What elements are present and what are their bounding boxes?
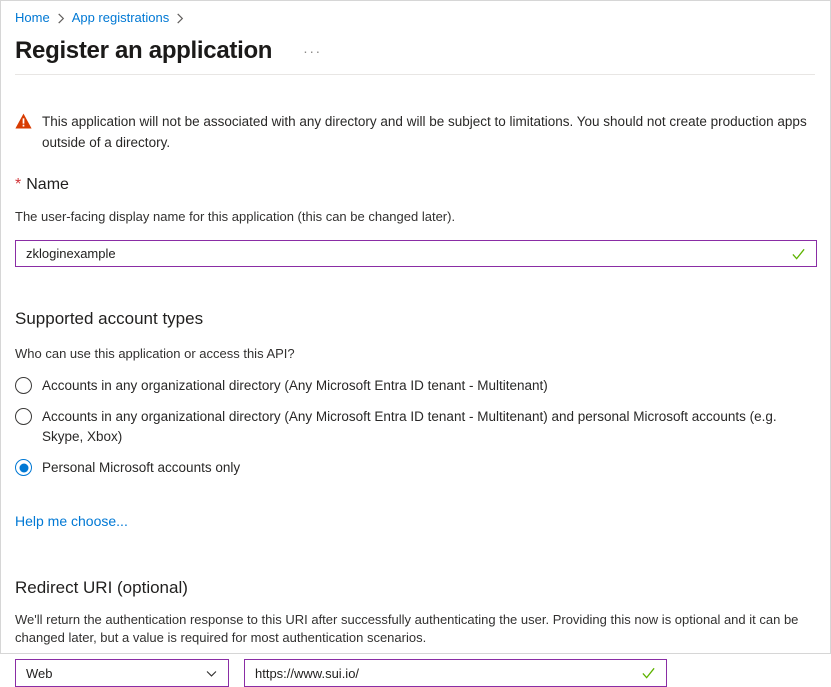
page-title: Register an application xyxy=(15,37,272,65)
valid-check-icon xyxy=(641,666,656,680)
radio-option-personal-only[interactable]: Personal Microsoft accounts only xyxy=(15,458,815,478)
redirect-uri-heading: Redirect URI (optional) xyxy=(15,578,815,598)
more-options-icon[interactable]: ··· xyxy=(299,41,326,61)
name-field-hint: The user-facing display name for this ap… xyxy=(15,209,815,224)
name-input[interactable] xyxy=(26,246,783,261)
name-label-text: Name xyxy=(26,176,69,193)
help-me-choose-link[interactable]: Help me choose... xyxy=(15,513,128,529)
name-input-container xyxy=(15,240,817,267)
name-field-label: * Name xyxy=(15,176,815,194)
radio-circle-icon[interactable] xyxy=(15,377,32,394)
account-types-radio-group: Accounts in any organizational directory… xyxy=(15,376,815,478)
breadcrumb-app-registrations-link[interactable]: App registrations xyxy=(72,10,170,25)
page-header: Register an application ··· xyxy=(15,37,815,65)
register-application-page: Home App registrations Register an appli… xyxy=(1,1,830,687)
supported-account-types-heading: Supported account types xyxy=(15,309,815,329)
breadcrumb-home-link[interactable]: Home xyxy=(15,10,50,25)
warning-triangle-icon xyxy=(15,113,32,153)
warning-text: This application will not be associated … xyxy=(42,111,815,153)
redirect-uri-input-container xyxy=(244,659,667,687)
required-asterisk: * xyxy=(15,176,21,193)
radio-option-label: Accounts in any organizational directory… xyxy=(42,376,548,396)
platform-select[interactable]: Web xyxy=(15,659,229,687)
radio-option-label: Accounts in any organizational directory… xyxy=(42,407,815,447)
chevron-down-icon xyxy=(205,667,218,680)
breadcrumb: Home App registrations xyxy=(15,1,815,25)
platform-select-value: Web xyxy=(26,666,53,681)
valid-check-icon xyxy=(791,247,806,261)
account-types-question: Who can use this application or access t… xyxy=(15,346,815,361)
radio-option-multitenant[interactable]: Accounts in any organizational directory… xyxy=(15,376,815,396)
radio-option-multitenant-personal[interactable]: Accounts in any organizational directory… xyxy=(15,407,815,447)
warning-banner: This application will not be associated … xyxy=(15,111,815,153)
radio-option-label: Personal Microsoft accounts only xyxy=(42,458,240,478)
redirect-uri-hint: We'll return the authentication response… xyxy=(15,611,807,647)
radio-circle-icon[interactable] xyxy=(15,459,32,476)
chevron-right-icon xyxy=(176,13,184,24)
redirect-uri-row: Web xyxy=(15,659,815,687)
radio-circle-icon[interactable] xyxy=(15,408,32,425)
chevron-right-icon xyxy=(57,13,65,24)
header-divider xyxy=(15,74,815,75)
redirect-uri-input[interactable] xyxy=(255,666,633,681)
